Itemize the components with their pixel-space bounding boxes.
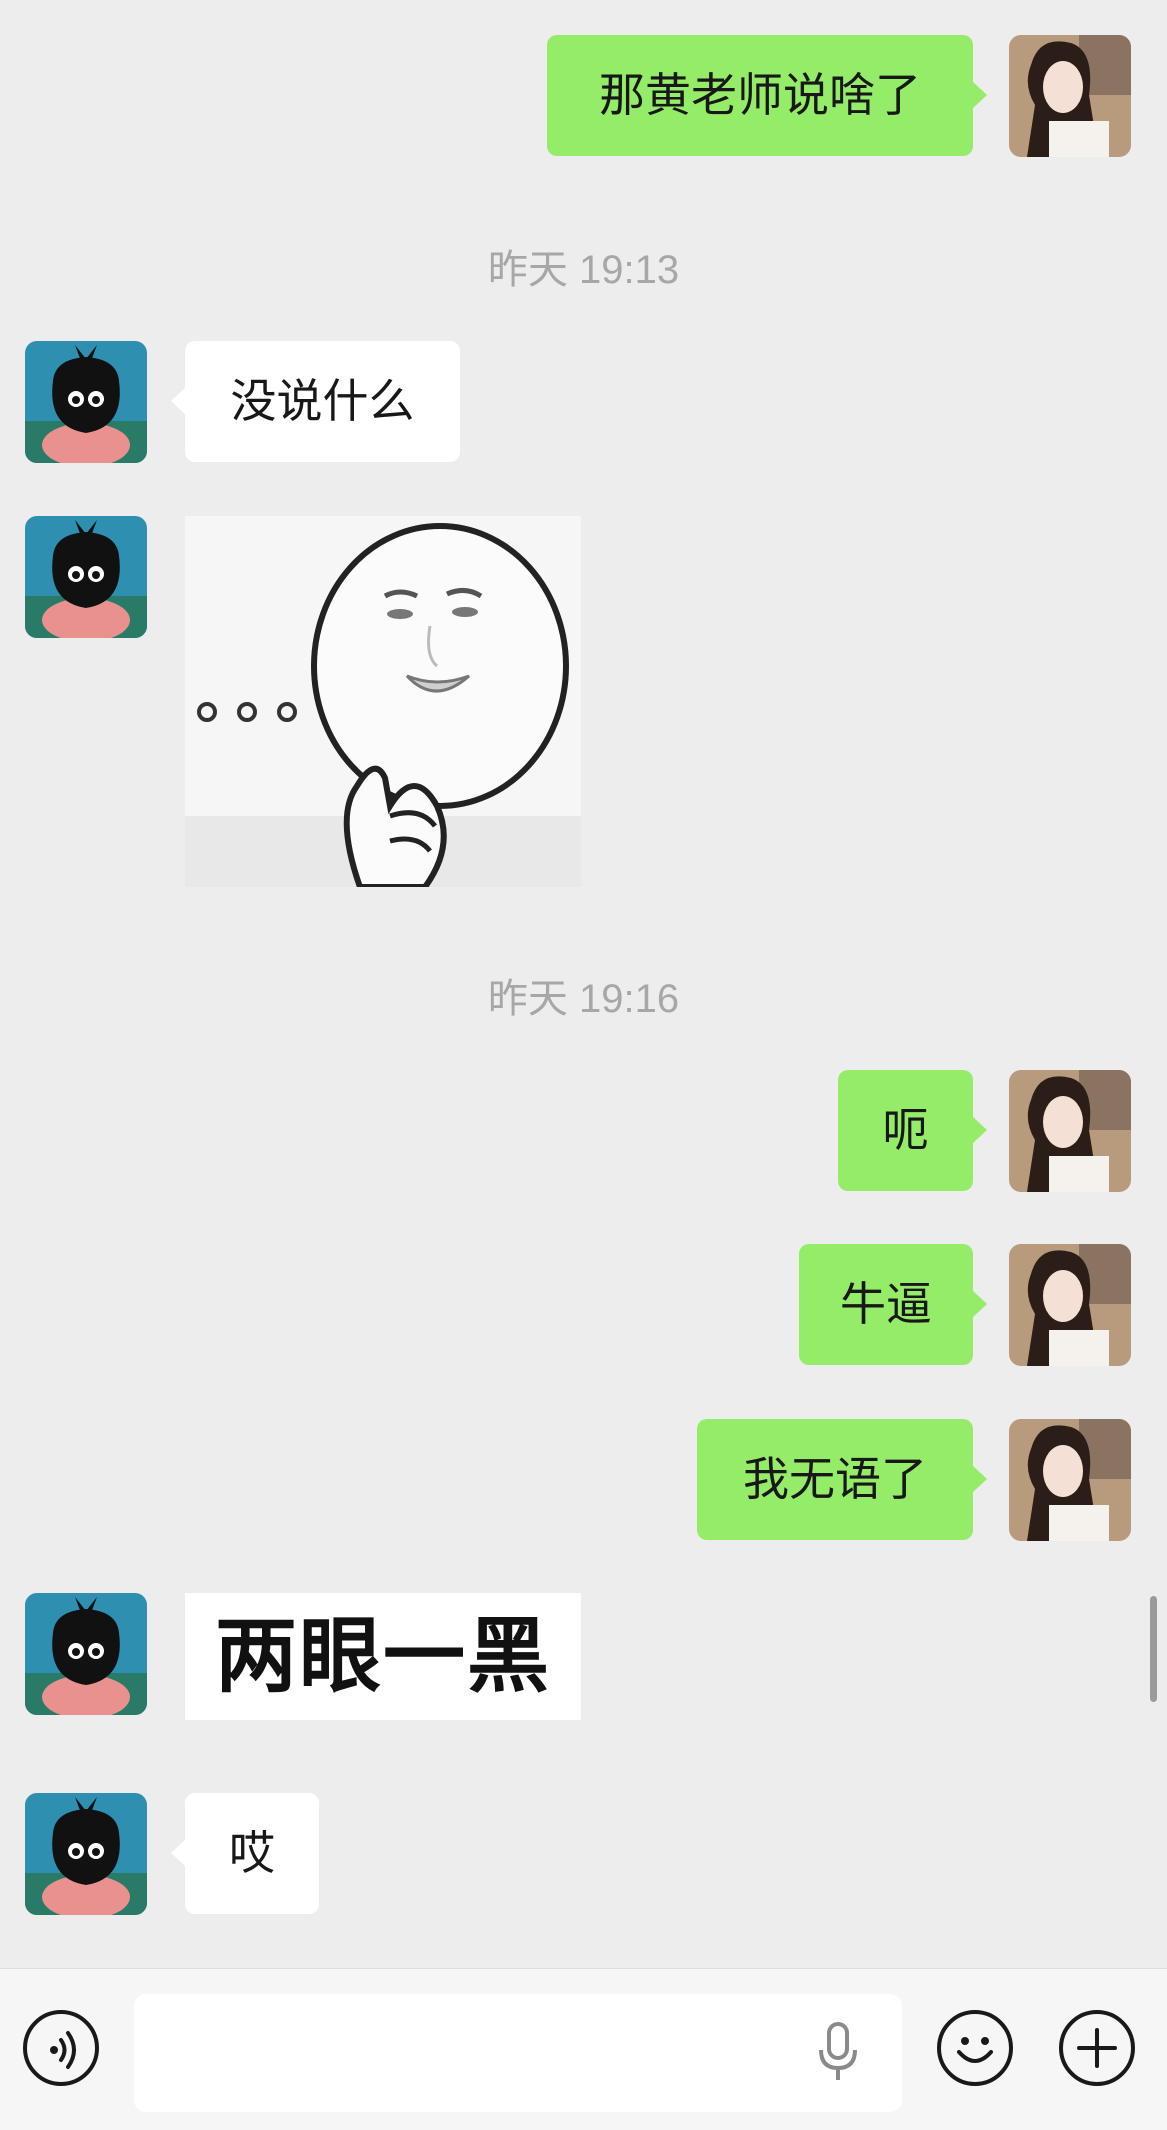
message-bubble-outgoing[interactable]: 那黄老师说啥了 <box>547 35 987 156</box>
message-bubble-outgoing[interactable]: 呃 <box>838 1070 987 1191</box>
my-avatar[interactable] <box>1009 1070 1131 1192</box>
contact-avatar[interactable] <box>25 1793 147 1915</box>
message-text: 哎 <box>229 1826 275 1880</box>
message-bubble-incoming[interactable]: 没说什么 <box>171 341 460 462</box>
message-text: 呃 <box>882 1103 929 1157</box>
my-avatar[interactable] <box>1009 1419 1131 1541</box>
chat-area: 那黄老师说啥了 昨天 19:13 没说什么 昨天 19:16 呃 牛逼 我无语了… <box>0 0 1167 1968</box>
sticker-text-image[interactable]: 两眼一黑 <box>185 1593 581 1720</box>
voice-toggle-button[interactable] <box>23 2010 99 2086</box>
message-input[interactable] <box>134 1994 902 2112</box>
message-text: 没说什么 <box>230 374 415 428</box>
message-text: 我无语了 <box>743 1452 927 1506</box>
my-avatar[interactable] <box>1009 35 1131 157</box>
emoji-icon <box>957 2037 993 2063</box>
message-bubble-outgoing[interactable]: 我无语了 <box>697 1419 987 1540</box>
message-text: 那黄老师说啥了 <box>599 68 921 122</box>
microphone-icon[interactable] <box>813 2018 863 2088</box>
message-text: 牛逼 <box>840 1277 932 1331</box>
timestamp: 昨天 19:16 <box>487 977 680 1021</box>
message-bubble-incoming[interactable]: 哎 <box>171 1793 319 1914</box>
emoji-button[interactable] <box>937 2010 1013 2086</box>
timestamp: 昨天 19:13 <box>487 248 680 292</box>
contact-avatar[interactable] <box>25 341 147 463</box>
contact-avatar[interactable] <box>25 1593 147 1715</box>
chat-input-bar <box>0 1968 1167 2130</box>
voice-icon <box>50 2031 76 2069</box>
message-bubble-outgoing[interactable]: 牛逼 <box>799 1244 987 1365</box>
plus-icon <box>1077 2028 1117 2068</box>
scrollbar-thumb[interactable] <box>1150 1596 1157 1702</box>
more-actions-button[interactable] <box>1059 2010 1135 2086</box>
my-avatar[interactable] <box>1009 1244 1131 1366</box>
contact-avatar[interactable] <box>25 516 147 638</box>
sticker-text: 两眼一黑 <box>214 1608 551 1704</box>
sticker-thinking-face[interactable] <box>185 516 581 887</box>
